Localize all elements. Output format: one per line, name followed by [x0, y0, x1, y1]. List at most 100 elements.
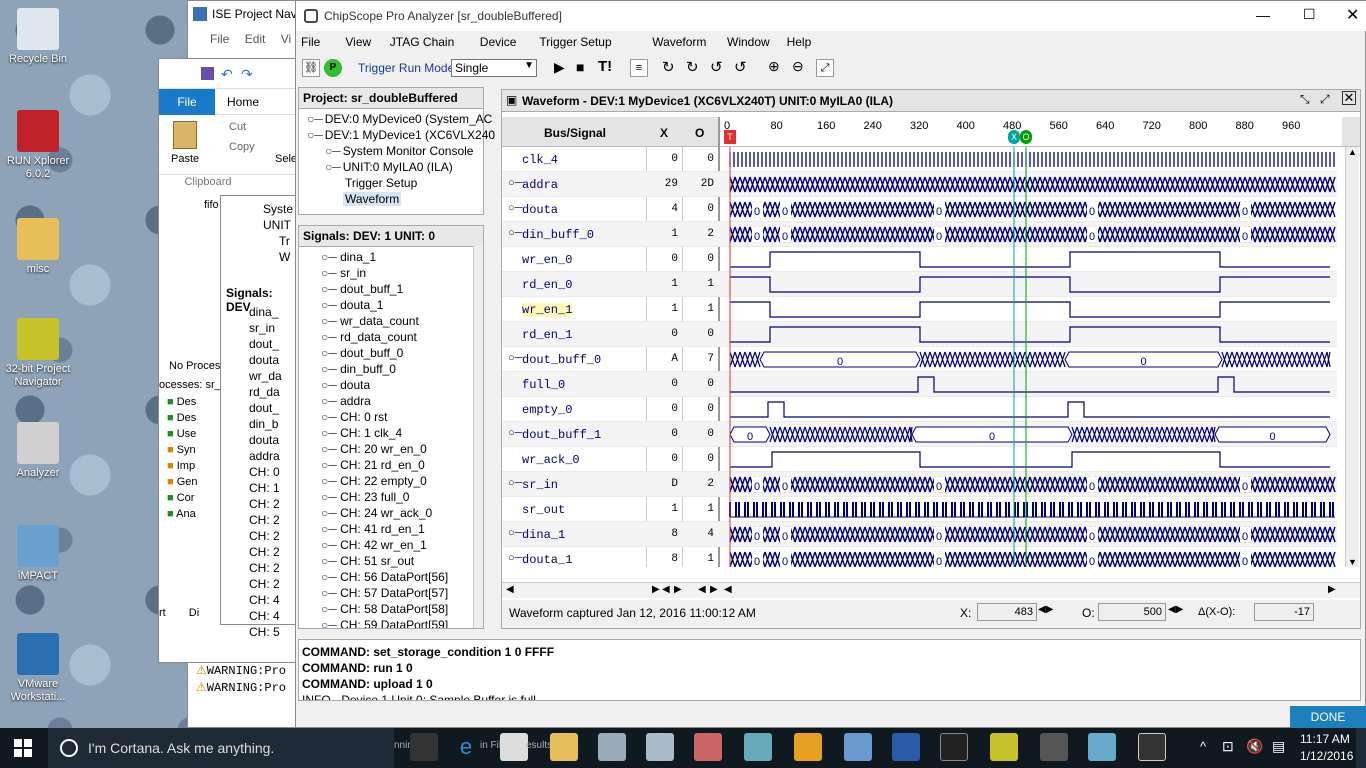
desktop-vmware-shortcut[interactable]: VMware Workstati...	[2, 633, 74, 704]
ise-signal-item[interactable]: dina_	[221, 304, 282, 320]
windows-start-icon[interactable]	[14, 739, 32, 757]
run-icon[interactable]: ▶	[554, 59, 565, 76]
word-icon[interactable]	[892, 733, 920, 761]
cursor-x-marker[interactable]: X	[1008, 130, 1020, 144]
undo-icon[interactable]: ↶	[221, 66, 233, 83]
ise-tab-design[interactable]: rt	[159, 607, 166, 619]
signal-tree-item[interactable]: ○─ CH: 0 rst	[299, 409, 483, 425]
x-prev-icon[interactable]: ◀▶	[1038, 604, 1053, 615]
signal-tree-item[interactable]: ○─ addra	[299, 393, 483, 409]
file-explorer-icon[interactable]	[550, 733, 578, 761]
x-cursor-field[interactable]: 483	[977, 603, 1037, 621]
ise-signal-item[interactable]: wr_da	[221, 368, 282, 384]
o-scroll-right-icon[interactable]: ▶	[710, 584, 718, 595]
signal-tree-item[interactable]: ○─ dina_1	[299, 249, 483, 265]
desktop-folder-shortcut[interactable]: misc	[2, 218, 74, 276]
notepad-icon[interactable]	[646, 733, 674, 761]
chain-icon[interactable]: ⛓	[302, 59, 320, 77]
document-icon[interactable]: ≡	[630, 59, 648, 77]
ise-signal-item[interactable]: douta	[221, 432, 282, 448]
device-manager-icon[interactable]	[598, 733, 626, 761]
signal-tree-item[interactable]: ○─ CH: 22 empty_0	[299, 473, 483, 489]
menu-view[interactable]: View	[345, 35, 371, 49]
signal-tree-item[interactable]: ○─ dout_buff_0	[299, 345, 483, 361]
expand-bus-icon[interactable]: ○─	[508, 477, 522, 489]
store-icon[interactable]	[500, 733, 528, 761]
menu-file[interactable]: File	[301, 35, 320, 49]
ise-tree-item[interactable]: Syste	[221, 201, 293, 217]
x-scroll-right-icon[interactable]: ▶	[674, 584, 682, 595]
stop-icon[interactable]: ■	[576, 59, 584, 75]
signal-tree-item[interactable]: ○─ CH: 41 rd_en_1	[299, 521, 483, 537]
project-tree-item[interactable]: ○─ UNIT:0 MyILA0 (ILA)	[299, 159, 483, 175]
undock-icon[interactable]: ⤡	[1300, 92, 1310, 107]
signal-tree-item[interactable]: ○─ douta	[299, 377, 483, 393]
file-item-fifo[interactable]: fifo	[204, 199, 219, 211]
ise-tree-item[interactable]: W	[221, 249, 293, 265]
signal-tree-item[interactable]: ○─ douta_1	[299, 297, 483, 313]
ise-tree-item[interactable]: UNIT	[221, 217, 293, 233]
paint-palette-icon[interactable]	[1088, 733, 1116, 761]
redo-icon[interactable]: ↷	[241, 66, 253, 83]
o-scroll-left-icon[interactable]: ◀	[698, 584, 706, 595]
ise-signal-item[interactable]: addra	[221, 448, 282, 464]
clock-date[interactable]: 1/12/2016	[1300, 749, 1353, 763]
signal-tree-item[interactable]: ○─ CH: 56 DataPort[56]	[299, 569, 483, 585]
crystal-icon[interactable]	[744, 733, 772, 761]
terminal-icon[interactable]	[940, 733, 968, 761]
menu-help[interactable]: Help	[787, 35, 812, 49]
clock-time[interactable]: 11:17 AM	[1300, 732, 1350, 746]
signal-tree-item[interactable]: ○─ CH: 51 sr_out	[299, 553, 483, 569]
maximize-pane-icon[interactable]: ⤢	[1320, 92, 1330, 107]
expand-bus-icon[interactable]: ○─	[508, 552, 522, 564]
ise-signal-item[interactable]: CH: 2	[221, 560, 282, 576]
signals-scrollbar[interactable]	[473, 246, 483, 628]
network-icon[interactable]: ⊡	[1222, 738, 1234, 755]
desktop-recycle-bin-shortcut[interactable]: Recycle Bin	[2, 8, 74, 66]
photos-icon[interactable]	[1138, 733, 1166, 761]
signal-tree-item[interactable]: ○─ rd_data_count	[299, 329, 483, 345]
project-tree-item[interactable]: ○─ DEV:0 MyDevice0 (System_AC	[299, 111, 492, 127]
play-green-icon[interactable]: P	[324, 59, 342, 77]
zoom-area-icon[interactable]: ⤢	[816, 59, 834, 77]
cortana-search[interactable]: I'm Cortana. Ask me anything.	[48, 728, 394, 768]
signal-tree-item[interactable]: ○─ CH: 58 DataPort[58]	[299, 601, 483, 617]
trigger-immediate-icon[interactable]: T!	[598, 58, 612, 75]
expand-bus-icon[interactable]: ○─	[508, 427, 522, 439]
expand-bus-icon[interactable]: ○─	[508, 202, 522, 214]
close-button[interactable]: ✕	[1346, 5, 1359, 25]
menu-waveform[interactable]: Waveform	[652, 35, 706, 49]
name-scroll-left-icon[interactable]: ◀	[506, 584, 514, 595]
ise-signal-item[interactable]: CH: 2	[221, 496, 282, 512]
desktop-project-navigator-shortcut[interactable]: 32-bit Project Navigator	[2, 318, 74, 389]
ise-signal-item[interactable]: dout_	[221, 400, 282, 416]
ise-signal-item[interactable]: CH: 1	[221, 480, 282, 496]
col-o[interactable]: O	[695, 126, 704, 140]
signal-tree-item[interactable]: ○─ CH: 24 wr_ack_0	[299, 505, 483, 521]
zoom-out-icon[interactable]: ⊖	[792, 58, 804, 75]
expand-bus-icon[interactable]: ○─	[508, 352, 522, 364]
ise-signal-item[interactable]: douta	[221, 352, 282, 368]
ise-signal-item[interactable]: CH: 4	[221, 592, 282, 608]
wave-scroll-right-icon[interactable]: ▶	[1328, 584, 1336, 595]
col-x[interactable]: X	[660, 126, 668, 140]
notification-icon[interactable]: ▤	[1272, 738, 1285, 755]
ise-signal-item[interactable]: dout_	[221, 336, 282, 352]
ise-menu-file[interactable]: File	[210, 32, 229, 46]
ise-signal-item[interactable]: CH: 4	[221, 608, 282, 624]
signal-tree-item[interactable]: ○─ wr_data_count	[299, 313, 483, 329]
ribbon-tab-home[interactable]: Home	[227, 95, 259, 109]
vmware-taskbar-icon[interactable]	[794, 733, 822, 761]
project-tree-item[interactable]: Trigger Setup	[299, 175, 483, 191]
signal-tree-item[interactable]: ○─ CH: 59 DataPort[59]	[299, 617, 483, 628]
ise-menu-view[interactable]: Vi	[281, 32, 291, 46]
copy-button[interactable]: Copy	[229, 141, 255, 153]
ise-signal-item[interactable]: rd_da	[221, 384, 282, 400]
project-tree-item[interactable]: ○─ DEV:1 MyDevice1 (XC6VLX240	[299, 127, 495, 143]
signal-tree-item[interactable]: ○─ CH: 57 DataPort[57]	[299, 585, 483, 601]
menu-jtag-chain[interactable]: JTAG Chain	[390, 35, 454, 49]
project-tree-item[interactable]: Waveform	[299, 191, 483, 207]
ise-signal-item[interactable]: CH: 0	[221, 464, 282, 480]
volume-mute-icon[interactable]: 🔇	[1246, 738, 1263, 755]
ise-signal-item[interactable]: CH: 2	[221, 512, 282, 528]
